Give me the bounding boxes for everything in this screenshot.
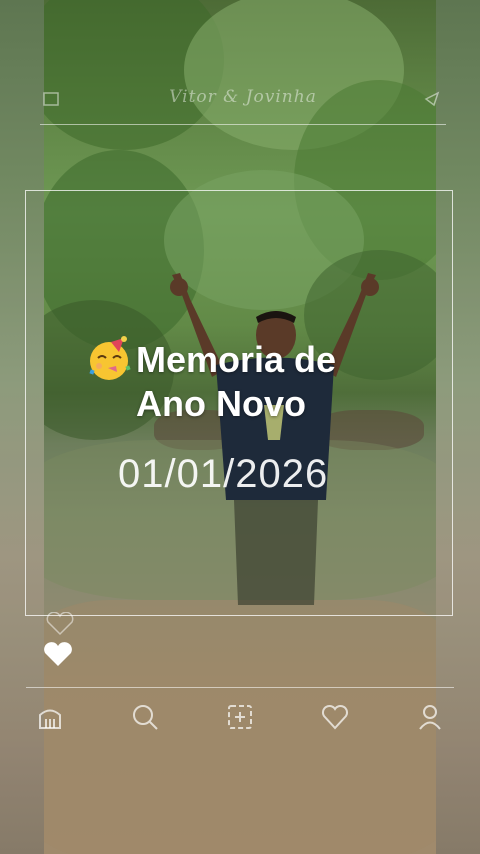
- search-icon: [133, 705, 158, 730]
- like-indicator: [42, 612, 78, 672]
- nav-profile[interactable]: [410, 697, 450, 737]
- add-icon: [228, 705, 252, 729]
- heart-filled-icon[interactable]: [42, 642, 74, 668]
- header-script-title: Vitor & Jovinha: [169, 87, 317, 107]
- title-line-2: Ano Novo: [86, 382, 426, 426]
- header-divider: [40, 124, 446, 125]
- title-text-1: Memoria de: [136, 339, 337, 380]
- top-header: Vitor & Jovinha: [40, 75, 446, 125]
- nav-likes[interactable]: [315, 697, 355, 737]
- partying-face-emoji-icon: [89, 336, 131, 380]
- nav-search[interactable]: [125, 697, 165, 737]
- profile-icon: [419, 705, 441, 730]
- heart-outline-icon[interactable]: [44, 612, 76, 636]
- memory-date: 01/01/2026: [118, 452, 329, 496]
- title-text-2: Ano Novo: [136, 383, 306, 424]
- share-icon[interactable]: [422, 89, 442, 109]
- memory-title: Memoria de Ano Novo: [86, 336, 426, 426]
- heart-icon: [321, 704, 349, 730]
- bottom-nav: [30, 695, 450, 739]
- nav-add[interactable]: [220, 697, 260, 737]
- home-icon: [39, 709, 61, 729]
- bottom-divider: [26, 687, 454, 688]
- title-line-1: Memoria de: [86, 336, 426, 382]
- nav-home[interactable]: [30, 697, 70, 737]
